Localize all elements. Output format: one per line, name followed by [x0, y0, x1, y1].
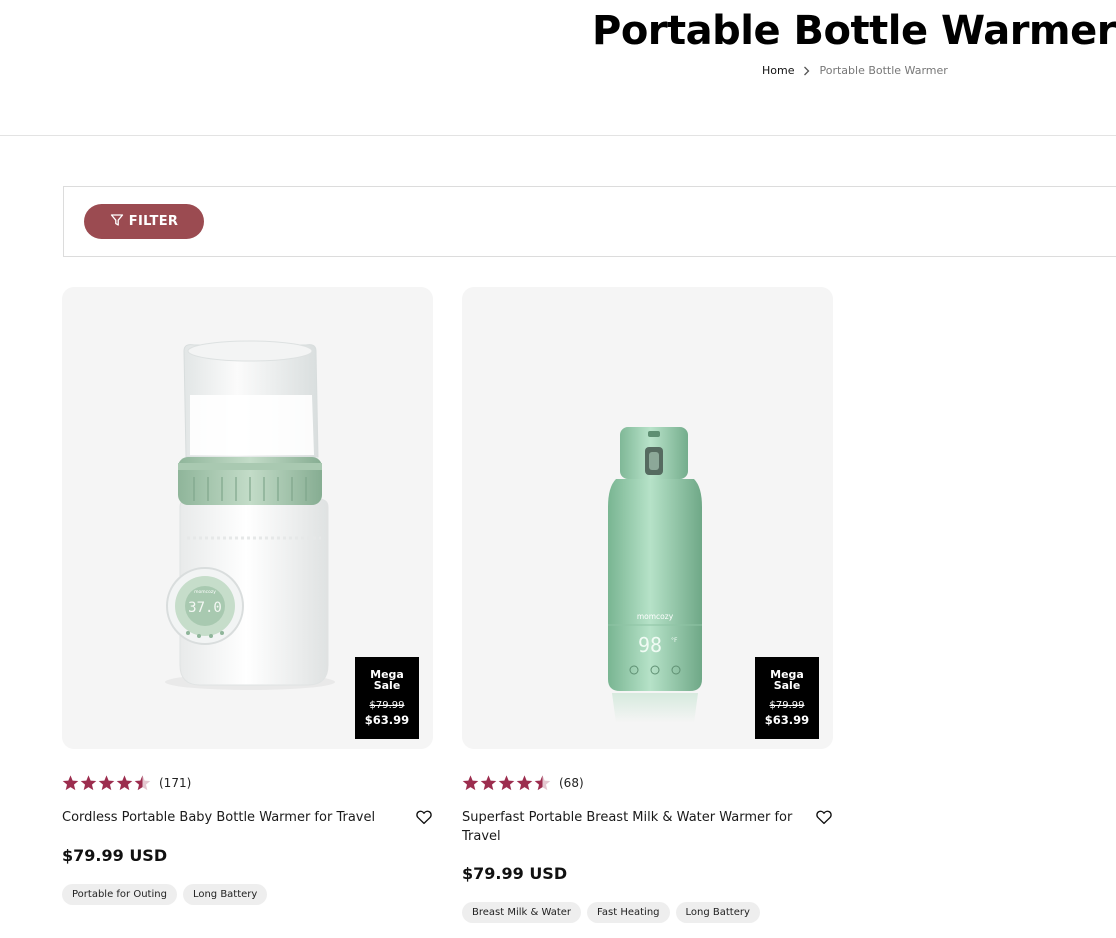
star-icon — [80, 775, 97, 791]
breadcrumb: Home Portable Bottle Warmer — [762, 64, 948, 77]
product-title-link[interactable]: Superfast Portable Breast Milk & Water W… — [462, 809, 802, 846]
product-image[interactable]: momcozy 98 °F Mega Sale $79.99 $63.99 — [462, 287, 833, 749]
filter-button[interactable]: FILTER — [84, 204, 204, 239]
warmer-display-text: 37.0 — [188, 600, 222, 616]
review-count[interactable]: (171) — [159, 776, 191, 790]
bottle-display-unit: °F — [671, 637, 678, 644]
breadcrumb-home-link[interactable]: Home — [762, 64, 794, 77]
star-icon — [62, 775, 79, 791]
header-divider — [0, 135, 1116, 136]
chevron-right-icon — [803, 66, 810, 76]
breadcrumb-current: Portable Bottle Warmer — [819, 64, 948, 77]
warmer-brand-text: momcozy — [194, 590, 216, 595]
sale-badge-label: Mega Sale — [770, 668, 804, 692]
feature-tag[interactable]: Breast Milk & Water — [462, 902, 582, 923]
feature-tag[interactable]: Fast Heating — [587, 902, 670, 923]
star-half-icon — [134, 775, 151, 791]
product-tags: Portable for Outing Long Battery — [62, 884, 268, 905]
star-icon — [516, 775, 533, 791]
star-half-icon — [534, 775, 551, 791]
star-icon — [462, 775, 479, 791]
sale-badge: Mega Sale $79.99 $63.99 — [355, 657, 419, 739]
sale-badge-label: Mega Sale — [370, 668, 404, 692]
star-icon — [498, 775, 515, 791]
product-rating: (171) — [62, 775, 191, 791]
feature-tag[interactable]: Long Battery — [182, 884, 268, 905]
product-card[interactable]: momcozy 98 °F Mega Sale $79.99 $63.99 (6… — [462, 287, 833, 923]
star-rating — [462, 775, 551, 791]
star-icon — [98, 775, 115, 791]
heart-icon[interactable] — [415, 808, 433, 826]
filter-bar: FILTER — [63, 186, 1116, 257]
product-tags: Breast Milk & Water Fast Heating Long Ba… — [462, 902, 760, 923]
bottle-brand-text: momcozy — [637, 612, 674, 621]
product-image[interactable]: 37.0 momcozy Mega Sale $79.99 $63.99 — [62, 287, 433, 749]
heart-icon[interactable] — [815, 808, 833, 826]
filter-button-label: FILTER — [128, 214, 179, 229]
product-title-link[interactable]: Cordless Portable Baby Bottle Warmer for… — [62, 809, 402, 828]
product-card[interactable]: 37.0 momcozy Mega Sale $79.99 $63.99 (17… — [62, 287, 433, 905]
feature-tag[interactable]: Long Battery — [675, 902, 760, 923]
review-count[interactable]: (68) — [559, 776, 584, 790]
feature-tag[interactable]: Portable for Outing — [62, 884, 177, 905]
product-price: $79.99 USD — [62, 846, 168, 865]
filter-funnel-icon — [110, 213, 124, 231]
star-rating — [62, 775, 151, 791]
page-title: Portable Bottle Warmer — [592, 8, 1116, 54]
star-icon — [480, 775, 497, 791]
sale-badge-new-price: $63.99 — [764, 713, 810, 727]
product-price: $79.99 USD — [462, 864, 568, 883]
sale-badge-new-price: $63.99 — [364, 713, 410, 727]
product-rating: (68) — [462, 775, 584, 791]
sale-badge-old-price: $79.99 — [369, 700, 405, 711]
star-icon — [116, 775, 133, 791]
sale-badge: Mega Sale $79.99 $63.99 — [755, 657, 819, 739]
sale-badge-old-price: $79.99 — [769, 700, 805, 711]
bottle-display-text: 98 — [638, 633, 662, 657]
